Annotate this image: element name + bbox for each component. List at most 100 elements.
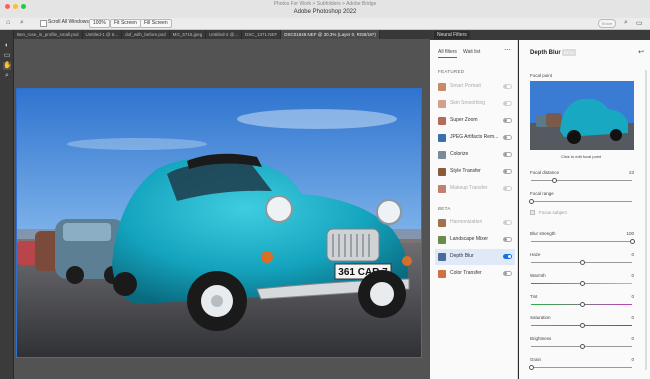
focal-point-hint: Click to edit focal point <box>561 154 602 159</box>
slider-knob[interactable] <box>529 365 534 370</box>
filter-settings: Depth Blur BETA ↩ Focal point Click to e… <box>519 40 650 379</box>
warmth-value: 0 <box>631 273 634 278</box>
document-tab[interactable]: Ben_rose_in_profile_small.psd <box>14 30 83 39</box>
haze-slider[interactable] <box>531 260 632 265</box>
filter-thumbnail-icon <box>438 253 446 261</box>
filter-thumbnail-icon <box>438 117 446 125</box>
slider-knob[interactable] <box>630 239 635 244</box>
document-tab[interactable]: Untitled-1 @ 6... <box>83 30 123 39</box>
title-bar: Photos For Work > Subfolders > Adobe Bri… <box>0 0 650 18</box>
filter-row[interactable]: Super Zoom <box>435 113 515 129</box>
share-button[interactable]: Share <box>598 19 616 28</box>
scroll-all-windows-checkbox[interactable]: Scroll All Windows <box>40 19 92 28</box>
app-title: Adobe Photoshop 2022 <box>293 9 357 15</box>
history-brush-icon[interactable]: ◐ <box>3 42 11 50</box>
focal-range-slider[interactable] <box>529 199 632 204</box>
document-tabs: Ben_rose_in_profile_small.psd Untitled-1 … <box>14 30 430 39</box>
zoom-tool-icon: ⌕ <box>20 19 24 26</box>
focal-distance-slider[interactable] <box>531 178 632 183</box>
saturation-label: Saturation <box>530 315 551 320</box>
filter-row[interactable]: Color Transfer <box>435 266 515 282</box>
grain-value: 0 <box>631 357 634 362</box>
filter-toggle[interactable] <box>503 118 512 123</box>
filter-toggle[interactable] <box>503 135 512 140</box>
settings-scrollbar[interactable] <box>645 70 647 370</box>
blur-strength-label: Blur strength <box>530 231 556 236</box>
document-image[interactable]: 361 CAR 7 <box>16 88 422 358</box>
brightness-slider[interactable] <box>531 344 632 349</box>
slider-knob[interactable] <box>579 344 585 349</box>
section-featured: FEATURED <box>438 69 465 74</box>
home-icon[interactable]: ⌂ <box>6 19 10 26</box>
filter-row[interactable]: Colorize <box>435 147 515 163</box>
zoom-100-button[interactable]: 100% <box>89 19 110 28</box>
filter-toggle[interactable] <box>503 271 512 276</box>
filter-name: Super Zoom <box>450 117 478 123</box>
blur-strength-slider[interactable] <box>531 239 635 244</box>
filter-toggle[interactable] <box>503 186 512 191</box>
filter-row[interactable]: Depth Blur <box>435 249 515 265</box>
focal-distance-value: 23 <box>628 170 634 175</box>
focal-range-label: Focal range <box>530 191 554 196</box>
document-tab[interactable]: MG_5715.jpeg <box>170 30 207 39</box>
filter-thumbnail-icon <box>438 236 446 244</box>
grain-slider[interactable] <box>529 365 632 370</box>
filter-thumbnail-icon <box>438 168 446 176</box>
haze-value: 0 <box>631 252 634 257</box>
document-tab[interactable]: Untitled-2 @... <box>206 30 243 39</box>
saturation-value: 0 <box>631 315 634 320</box>
tint-slider[interactable] <box>531 302 632 307</box>
slider-knob[interactable] <box>579 260 585 265</box>
slider-knob[interactable] <box>529 199 534 204</box>
hand-tool-icon[interactable]: ✋ <box>3 62 12 70</box>
warmth-slider[interactable] <box>531 281 632 286</box>
fit-screen-button[interactable]: Fit Screen <box>110 19 141 28</box>
filter-thumbnail-icon <box>438 270 446 278</box>
slider-knob[interactable] <box>579 281 585 286</box>
filter-toggle[interactable] <box>503 254 512 259</box>
filter-row[interactable]: Makeup Transfer <box>435 181 515 197</box>
tools-panel: ◐ ▭ ✋ ⌕ <box>0 30 14 379</box>
zoom-tool-icon[interactable]: ⌕ <box>3 72 11 80</box>
brightness-value: 0 <box>631 336 634 341</box>
filter-name: Color Transfer <box>450 270 482 276</box>
workspace-icon[interactable]: ▭ <box>636 19 643 27</box>
filter-name: Smart Portrait <box>450 83 481 89</box>
document-tab[interactable]: DSC01849.NEF @ 30.3% (Layer 0, RGB/16*) <box>281 30 380 39</box>
tab-wait-list[interactable]: Wait list <box>463 49 480 55</box>
filter-toggle[interactable] <box>503 84 512 89</box>
neural-filters-tab[interactable]: Neural Filters <box>434 31 470 39</box>
filter-row[interactable]: Landscape Mixer <box>435 232 515 248</box>
document-tab[interactable]: dof_with_before.psd <box>122 30 170 39</box>
filter-toggle[interactable] <box>503 220 512 225</box>
filter-row[interactable]: JPEG Artifacts Rem... <box>435 130 515 146</box>
filter-row[interactable]: Style Transfer <box>435 164 515 180</box>
slider-knob[interactable] <box>552 178 558 183</box>
saturation-slider[interactable] <box>531 323 632 328</box>
filter-name: Skin Smoothing <box>450 100 486 106</box>
filter-row[interactable]: Skin Smoothing <box>435 96 515 112</box>
filter-row[interactable]: Smart Portrait <box>435 79 515 95</box>
filter-toggle[interactable] <box>503 152 512 157</box>
filter-row[interactable]: Harmonization <box>435 215 515 231</box>
focal-point-preview[interactable] <box>530 81 634 150</box>
document-tab[interactable]: DSC_1371.NEF <box>242 30 282 39</box>
search-icon[interactable]: ⌕ <box>624 19 628 27</box>
filter-name: Style Transfer <box>450 168 481 174</box>
focus-subject-checkbox[interactable] <box>530 210 535 215</box>
filter-toggle[interactable] <box>503 237 512 242</box>
more-options-icon[interactable]: ⋯ <box>504 46 511 54</box>
tab-all-filters[interactable]: All filters <box>438 49 457 58</box>
fill-screen-button[interactable]: Fill Screen <box>140 19 172 28</box>
filter-thumbnail-icon <box>438 219 446 227</box>
filter-thumbnail-icon <box>438 185 446 193</box>
filter-thumbnail-icon <box>438 134 446 142</box>
section-beta: BETA <box>438 206 451 211</box>
reset-icon[interactable]: ↩ <box>638 48 644 56</box>
filter-toggle[interactable] <box>503 101 512 106</box>
rectangle-tool-icon[interactable]: ▭ <box>3 52 11 60</box>
slider-knob[interactable] <box>579 323 585 328</box>
slider-knob[interactable] <box>579 302 585 307</box>
focal-point-label: Focal point <box>530 73 553 78</box>
filter-toggle[interactable] <box>503 169 512 174</box>
